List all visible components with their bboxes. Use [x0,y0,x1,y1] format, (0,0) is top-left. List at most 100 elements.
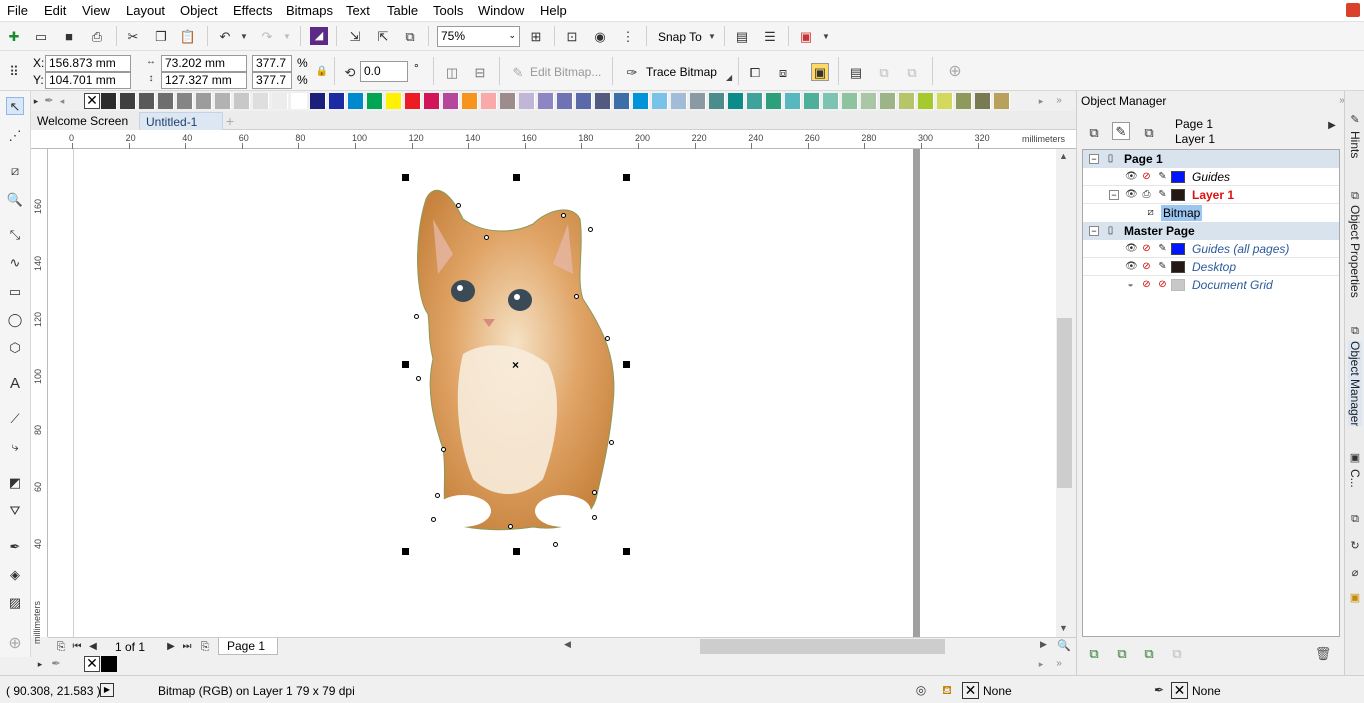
collapsed-tab-icon[interactable]: ▣ [1346,449,1364,467]
color-swatch[interactable] [519,93,535,109]
color-swatch[interactable] [120,93,136,109]
tab-collapsed[interactable]: C... [1348,469,1362,488]
bitmap-tab-icon[interactable]: ▣ [1346,589,1364,607]
path-node[interactable] [456,203,461,208]
fill-none-swatch[interactable]: ✕ [962,682,979,699]
crop-tool-icon[interactable]: ⧄ [6,161,24,179]
new-master-layer-odd-icon[interactable]: ⧉ [1168,644,1186,662]
palette-menu-icon[interactable]: ▸ [31,92,41,110]
edit-bitmap-button[interactable]: Edit Bitmap... [530,65,601,79]
tree-row-guides[interactable]: 👁 ⊘ ✎ Guides [1083,168,1339,186]
import-icon[interactable]: ⇲ [346,27,364,45]
visibility-eye-icon[interactable]: 👁 [1125,189,1138,200]
menu-window[interactable]: Window [478,3,524,18]
color-swatch[interactable] [709,93,725,109]
path-node[interactable] [588,227,593,232]
object-manager-tab-icon[interactable]: ⧉ [1346,322,1364,340]
menu-file[interactable]: File [7,3,28,18]
tree-row-guides-all-pages[interactable]: 👁 ⊘ ✎ Guides (all pages) [1083,240,1339,258]
polygon-tool-icon[interactable]: ⬡ [6,338,24,356]
path-node[interactable] [414,314,419,319]
fill-bucket-icon[interactable]: ⛾ [938,681,956,699]
vertical-ruler[interactable]: 160 140 120 100 80 60 40 millimeters [31,149,48,644]
outline-none-swatch[interactable]: ✕ [1171,682,1188,699]
zoom-fit-icon[interactable]: ⊞ [527,27,545,45]
color-swatch[interactable] [842,93,858,109]
color-swatch[interactable] [329,93,345,109]
color-swatch[interactable] [424,93,440,109]
show-grid-icon[interactable]: ⋮ [619,27,637,45]
menu-bitmaps[interactable]: Bitmaps [286,3,333,18]
parallel-dimension-icon[interactable]: ⟋ [6,409,24,427]
layer-color-swatch[interactable] [1171,261,1185,273]
layer-manager-view-icon[interactable]: ⧉ [1140,123,1158,141]
color-swatch[interactable] [728,93,744,109]
menu-help[interactable]: Help [540,3,567,18]
lock-ratio-icon[interactable]: 🔒 [313,63,331,81]
shaping-tab-icon[interactable]: ⌀ [1346,564,1364,582]
trace-bitmap-button[interactable]: Trace Bitmap [646,65,717,79]
tree-label[interactable]: Bitmap [1161,205,1203,221]
visibility-eye-icon[interactable]: 👁 [1125,243,1138,254]
horizontal-ruler[interactable]: 0 20 40 60 80 100 120 140 160 180 200 220 240 260 280 3… [31,130,1076,149]
color-swatch[interactable] [272,93,288,109]
path-node[interactable] [416,376,421,381]
color-swatch[interactable] [975,93,991,109]
tab-untitled-1[interactable]: Untitled-1 [139,112,223,130]
bitmap-color-mask-icon[interactable]: ▣ [811,63,829,81]
menu-object[interactable]: Object [180,3,218,18]
launcher-dropdown-icon[interactable]: ▼ [822,32,830,41]
color-swatch[interactable] [576,93,592,109]
color-eyedropper-icon[interactable]: ✒ [6,537,24,555]
full-screen-preview-icon[interactable]: ⊡ [563,27,581,45]
color-swatch[interactable] [500,93,516,109]
color-swatch[interactable] [310,93,326,109]
path-node[interactable] [561,213,566,218]
text-tool-icon[interactable]: A [6,374,24,392]
wrap-text-icon[interactable]: ▤ [847,63,865,81]
menu-tools[interactable]: Tools [433,3,463,18]
tab-hints[interactable]: Hints [1348,131,1362,158]
resample-icon[interactable]: ⧈ [774,63,792,81]
palette-eyedropper-icon[interactable]: ✒ [43,92,55,110]
path-node[interactable] [592,515,597,520]
snap-to-dropdown-icon[interactable]: ▼ [708,32,716,41]
scroll-up-icon[interactable]: ▲ [1059,151,1068,161]
tree-row-bitmap[interactable]: ⧄ Bitmap [1083,204,1339,222]
color-swatch[interactable] [614,93,630,109]
group-icon[interactable]: ⧉ [875,63,893,81]
path-node[interactable] [605,336,610,341]
rotation-field[interactable]: 0.0 [360,61,408,82]
color-swatch[interactable] [405,93,421,109]
edit-disabled-icon[interactable]: ⊘ [1157,279,1168,290]
no-color-swatch[interactable]: ✕ [84,93,100,109]
drawing-canvas[interactable]: × [48,149,1056,637]
color-swatch[interactable] [538,93,554,109]
path-node[interactable] [431,517,436,522]
selection-handle[interactable] [513,548,520,555]
layer-color-swatch[interactable] [1171,279,1185,291]
selection-handle[interactable] [402,174,409,181]
redo-icon[interactable]: ↷ [258,27,276,45]
path-node[interactable] [484,235,489,240]
print-disabled-icon[interactable]: ⊘ [1141,171,1152,182]
color-swatch[interactable] [804,93,820,109]
print-disabled-icon[interactable]: ⊘ [1141,279,1152,290]
path-node[interactable] [441,447,446,452]
selection-handle[interactable] [623,174,630,181]
color-swatch[interactable] [899,93,915,109]
docker-menu-icon[interactable]: ▶ [1323,117,1341,135]
color-swatch[interactable] [956,93,972,109]
path-node[interactable] [553,542,558,547]
new-master-layer-all-icon[interactable]: ⧉ [1140,644,1158,662]
tree-row-master-page[interactable]: − ▯ Master Page [1083,222,1339,240]
collapse-icon[interactable]: − [1089,226,1099,236]
scroll-right-icon[interactable]: ▶ [1040,639,1047,650]
scroll-left-icon[interactable]: ◀ [564,639,571,650]
scale-height-field[interactable]: 377.7 [252,72,292,89]
no-color-swatch[interactable]: ✕ [84,656,100,672]
y-position-field[interactable]: 104.701 mm [45,72,131,89]
selection-handle[interactable] [513,174,520,181]
kitten-bitmap[interactable] [408,179,638,544]
menu-edit[interactable]: Edit [44,3,66,18]
